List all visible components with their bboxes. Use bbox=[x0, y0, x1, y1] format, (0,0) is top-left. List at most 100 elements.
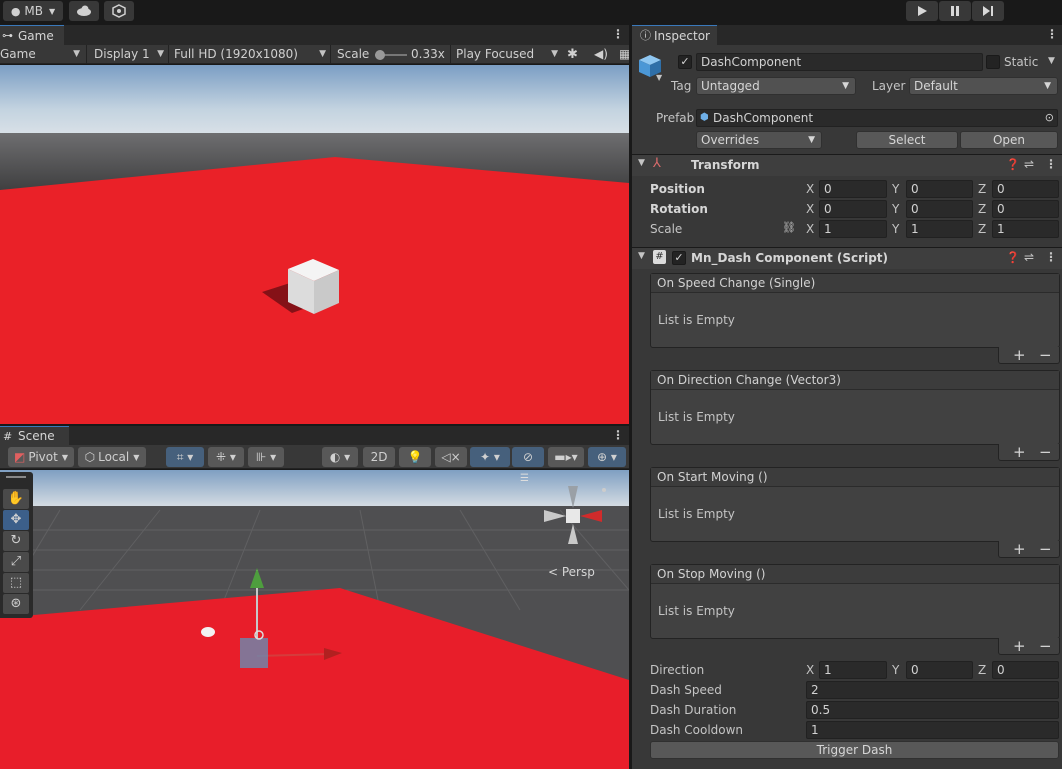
rect-tool[interactable]: ⬚ bbox=[3, 573, 29, 593]
pivot-dropdown[interactable]: ◩ Pivot ▼ bbox=[8, 447, 74, 467]
rotate-tool[interactable]: ↻ bbox=[3, 531, 29, 551]
drag-handle-icon[interactable] bbox=[6, 476, 26, 478]
play-button[interactable] bbox=[906, 1, 938, 21]
scene-view[interactable]: ☰ < Persp bbox=[0, 470, 629, 769]
hamburger-icon[interactable]: ☰ bbox=[520, 473, 529, 484]
game-view[interactable] bbox=[0, 65, 629, 424]
transform-header[interactable]: ▼ ⅄ Transform ❓ ⇌ ⋮ bbox=[632, 154, 1062, 176]
scale-tool[interactable]: ⤢ bbox=[3, 552, 29, 572]
play-focused-dropdown[interactable]: Play Focused ▼ bbox=[456, 45, 562, 64]
effects-dropdown[interactable]: ✦ ▾ bbox=[470, 447, 510, 467]
2d-toggle[interactable]: 2D bbox=[363, 447, 395, 467]
scale-x-field[interactable]: 1 bbox=[819, 220, 887, 238]
cloud-button[interactable] bbox=[69, 1, 99, 21]
component-menu-icon[interactable]: ⋮ bbox=[1045, 157, 1057, 171]
axis-y-label[interactable]: Y bbox=[892, 202, 899, 216]
direction-z-field[interactable]: 0 bbox=[992, 661, 1059, 679]
help-icon[interactable]: ❓ bbox=[1006, 158, 1020, 171]
game-menu-icon[interactable]: ⋮ bbox=[612, 27, 624, 41]
object-name-field[interactable]: DashComponent bbox=[696, 53, 983, 71]
overrides-dropdown[interactable]: Overrides ▼ bbox=[696, 131, 822, 149]
axis-z-label[interactable]: Z bbox=[978, 663, 986, 677]
scale-slider-handle[interactable] bbox=[375, 50, 385, 60]
rotation-z-field[interactable]: 0 bbox=[992, 200, 1059, 218]
axis-x-label[interactable]: X bbox=[806, 182, 814, 196]
resolution-dropdown[interactable]: Full HD (1920x1080) ▼ bbox=[174, 45, 330, 64]
audio-icon[interactable]: ◀) bbox=[594, 45, 608, 64]
axis-x-label[interactable]: X bbox=[806, 222, 814, 236]
transform-tool[interactable]: ⊛ bbox=[3, 594, 29, 614]
camera-dropdown[interactable]: ▬▸▾ bbox=[548, 447, 584, 467]
dash-duration-field[interactable]: 0.5 bbox=[806, 701, 1059, 719]
remove-event-button[interactable]: − bbox=[1039, 443, 1052, 461]
display-dropdown[interactable]: Display 1 ▼ bbox=[94, 45, 168, 64]
dash-cooldown-field[interactable]: 1 bbox=[806, 721, 1059, 739]
axis-z-label[interactable]: Z bbox=[978, 222, 986, 236]
tag-dropdown[interactable]: Untagged ▼ bbox=[696, 77, 856, 95]
axis-z-label[interactable]: Z bbox=[978, 182, 986, 196]
script-enabled-checkbox[interactable]: ✓ bbox=[672, 251, 686, 265]
link-icon[interactable]: ⛓ bbox=[782, 221, 796, 234]
position-y-field[interactable]: 0 bbox=[906, 180, 973, 198]
chevron-down-icon[interactable]: ▼ bbox=[656, 73, 662, 82]
direction-x-field[interactable]: 1 bbox=[819, 661, 887, 679]
hand-tool[interactable]: ✋ bbox=[3, 489, 29, 509]
scale-z-field[interactable]: 1 bbox=[992, 220, 1059, 238]
prefab-field[interactable]: ⬢ DashComponent ⊙ bbox=[696, 109, 1058, 127]
active-checkbox[interactable]: ✓ bbox=[678, 55, 692, 69]
scene-menu-icon[interactable]: ⋮ bbox=[612, 428, 624, 442]
static-checkbox[interactable] bbox=[986, 55, 1000, 69]
shading-mode-button[interactable]: ◐ ▾ bbox=[322, 447, 358, 467]
orientation-gizmo[interactable] bbox=[540, 478, 606, 548]
local-dropdown[interactable]: ⬡ Local ▼ bbox=[78, 447, 146, 467]
trigger-dash-button[interactable]: Trigger Dash bbox=[650, 741, 1059, 759]
axis-x-label[interactable]: X bbox=[806, 663, 814, 677]
rotation-y-field[interactable]: 0 bbox=[906, 200, 973, 218]
axis-x-label[interactable]: X bbox=[806, 202, 814, 216]
account-dropdown[interactable]: ● MB ▼ bbox=[3, 1, 63, 21]
help-icon[interactable]: ❓ bbox=[1006, 251, 1020, 264]
open-button[interactable]: Open bbox=[960, 131, 1058, 149]
component-menu-icon[interactable]: ⋮ bbox=[1045, 250, 1057, 264]
preset-icon[interactable]: ⇌ bbox=[1024, 250, 1034, 264]
position-x-field[interactable]: 0 bbox=[819, 180, 887, 198]
direction-y-field[interactable]: 0 bbox=[906, 661, 973, 679]
incremental-snap-button[interactable]: ⁜ ▾ bbox=[208, 447, 244, 467]
axis-z-label[interactable]: Z bbox=[978, 202, 986, 216]
layer-dropdown[interactable]: Default ▼ bbox=[909, 77, 1058, 95]
position-z-field[interactable]: 0 bbox=[992, 180, 1059, 198]
gizmos-dropdown[interactable]: ⊕ ▾ bbox=[588, 447, 626, 467]
visibility-toggle[interactable]: ⊘ bbox=[512, 447, 544, 467]
remove-event-button[interactable]: − bbox=[1039, 540, 1052, 558]
select-button[interactable]: Select bbox=[856, 131, 958, 149]
pause-button[interactable] bbox=[939, 1, 971, 21]
add-event-button[interactable]: + bbox=[1013, 346, 1026, 364]
add-event-button[interactable]: + bbox=[1013, 637, 1026, 655]
game-view-dropdown[interactable]: Game ▼ bbox=[0, 45, 84, 64]
persp-label[interactable]: < Persp bbox=[548, 565, 595, 579]
scale-slider[interactable] bbox=[375, 50, 407, 60]
add-event-button[interactable]: + bbox=[1013, 540, 1026, 558]
remove-event-button[interactable]: − bbox=[1039, 346, 1052, 364]
ruler-button[interactable]: ⊪ ▾ bbox=[248, 447, 284, 467]
axis-y-label[interactable]: Y bbox=[892, 663, 899, 677]
add-event-button[interactable]: + bbox=[1013, 443, 1026, 461]
collab-button[interactable] bbox=[104, 1, 134, 21]
script-header[interactable]: ▼ # ✓ Mn_Dash Component (Script) ❓ ⇌ ⋮ bbox=[632, 247, 1062, 269]
tab-scene[interactable]: # Scene bbox=[0, 426, 69, 445]
inspector-menu-icon[interactable]: ⋮ bbox=[1046, 27, 1058, 41]
preset-icon[interactable]: ⇌ bbox=[1024, 157, 1034, 171]
audio-toggle[interactable]: ◁× bbox=[435, 447, 467, 467]
chevron-down-icon[interactable]: ▼ bbox=[1048, 56, 1055, 66]
step-button[interactable] bbox=[972, 1, 1004, 21]
move-tool[interactable]: ✥ bbox=[3, 510, 29, 530]
bug-icon[interactable]: ✱ bbox=[567, 45, 578, 64]
dash-speed-field[interactable]: 2 bbox=[806, 681, 1059, 699]
lighting-toggle[interactable]: 💡 bbox=[399, 447, 431, 467]
tab-inspector[interactable]: ⓘ Inspector bbox=[632, 25, 717, 45]
target-icon[interactable]: ⊙ bbox=[1045, 110, 1054, 126]
tab-game[interactable]: ⊶ Game bbox=[0, 25, 64, 45]
axis-y-label[interactable]: Y bbox=[892, 182, 899, 196]
axis-y-label[interactable]: Y bbox=[892, 222, 899, 236]
grid-snap-button[interactable]: ⌗ ▾ bbox=[166, 447, 204, 467]
